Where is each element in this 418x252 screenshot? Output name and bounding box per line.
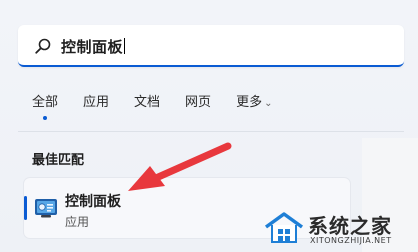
- filter-tabs: 全部 应用 文档 网页 更多 ⌄: [32, 94, 297, 122]
- tab-apps-label: 应用: [83, 95, 110, 110]
- best-match-heading: 最佳匹配: [32, 153, 85, 168]
- start-search-panel: 控制面板 全部 应用 文档 网页 更多 ⌄ 最佳匹配 控制面板 应用 系统之家 …: [0, 0, 418, 252]
- result-type: 应用: [65, 215, 90, 229]
- tab-web[interactable]: 网页: [185, 94, 211, 122]
- tab-more-label: 更多: [236, 95, 263, 110]
- tab-all[interactable]: 全部: [32, 94, 58, 122]
- watermark-title: 系统之家: [308, 214, 392, 238]
- search-input[interactable]: 控制面板: [61, 36, 126, 57]
- search-box[interactable]: 控制面板: [18, 25, 404, 67]
- search-icon: [35, 38, 51, 54]
- tab-all-label: 全部: [32, 95, 59, 110]
- chevron-down-icon: ⌄: [264, 98, 273, 109]
- control-panel-icon: [35, 199, 57, 218]
- tab-web-label: 网页: [185, 95, 212, 110]
- house-logo-icon: [264, 212, 304, 243]
- selection-indicator: [24, 196, 27, 220]
- divider: [18, 131, 404, 132]
- watermark-url: XITONGZHIJIA.NET: [310, 236, 392, 245]
- text-caret: [124, 38, 126, 54]
- search-query: 控制面板: [61, 38, 124, 56]
- tab-documents-label: 文档: [134, 95, 161, 110]
- tab-apps[interactable]: 应用: [83, 94, 109, 122]
- tab-more[interactable]: 更多 ⌄: [236, 94, 272, 122]
- watermark: 系统之家 XITONGZHIJIA.NET: [262, 206, 418, 252]
- tab-documents[interactable]: 文档: [134, 94, 160, 122]
- result-title: 控制面板: [65, 194, 121, 210]
